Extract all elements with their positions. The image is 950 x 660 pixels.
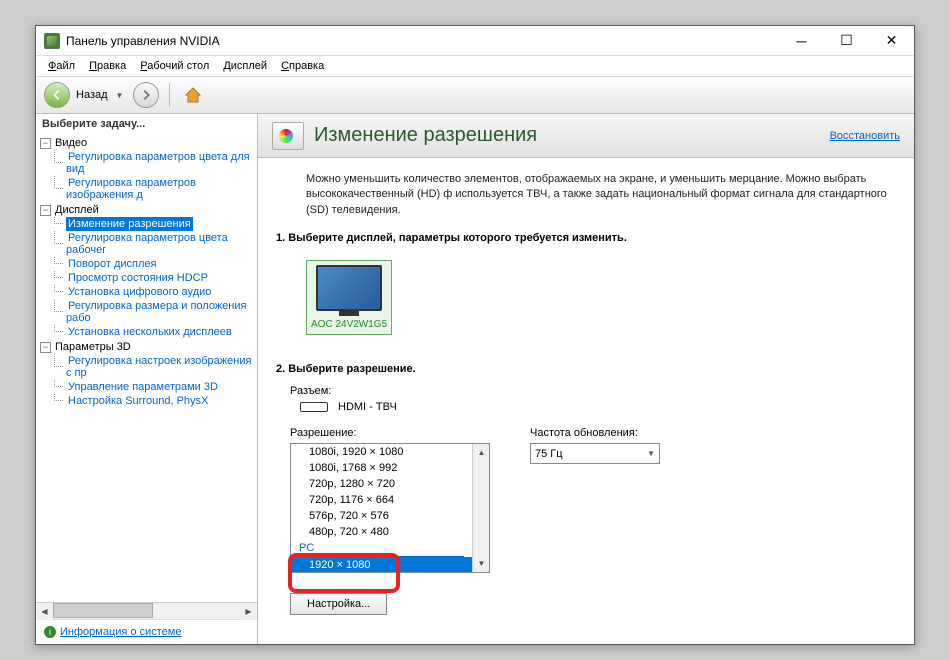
- nav-forward-button[interactable]: [133, 82, 159, 108]
- resolution-item[interactable]: 1080i, 1920 × 1080: [291, 444, 472, 460]
- menu-desktop[interactable]: Рабочий стол: [134, 58, 215, 74]
- app-window: Панель управления NVIDIA ─ ☐ ✕ Файл Прав…: [35, 25, 915, 645]
- resolution-item[interactable]: 720p, 1176 × 664: [291, 492, 472, 508]
- body: Выберите задачу... −ВидеоРегулировка пар…: [36, 114, 914, 644]
- monitor-label: AOC 24V2W1G5: [311, 319, 387, 330]
- content-header: Изменение разрешения Восстановить: [258, 114, 914, 158]
- monitor-tile[interactable]: AOC 24V2W1G5: [306, 260, 392, 335]
- home-button[interactable]: [180, 82, 206, 108]
- refresh-rate-select[interactable]: 75 Гц ▼: [530, 443, 660, 464]
- monitor-icon: [316, 265, 382, 311]
- menubar: Файл Правка Рабочий стол Дисплей Справка: [36, 56, 914, 76]
- collapse-icon[interactable]: −: [40, 342, 51, 353]
- tree-item[interactable]: Установка цифрового аудио: [54, 285, 257, 299]
- toolbar-separator: [169, 83, 170, 107]
- info-icon: i: [44, 626, 56, 638]
- nav-back-dropdown[interactable]: ▼: [116, 91, 124, 100]
- tree-item[interactable]: Просмотр состояния HDCP: [54, 271, 257, 285]
- task-label: Выберите задачу...: [36, 114, 257, 134]
- tree-item[interactable]: Регулировка размера и положения рабо: [54, 299, 257, 325]
- connector-label: Разъем:: [290, 385, 896, 397]
- menu-display[interactable]: Дисплей: [217, 58, 273, 74]
- resolution-item[interactable]: 720p, 1280 × 720: [291, 476, 472, 492]
- settings-button[interactable]: Настройка...: [290, 593, 387, 615]
- connector-value: HDMI - ТВЧ: [338, 401, 397, 413]
- tree-item[interactable]: Регулировка параметров цвета для вид: [54, 150, 257, 176]
- step1-title: 1. Выберите дисплей, параметры которого …: [276, 232, 896, 244]
- sidebar-hscroll[interactable]: ◀ ▶: [36, 602, 257, 619]
- system-info-link[interactable]: iИнформация о системе: [36, 619, 257, 644]
- window-controls: ─ ☐ ✕: [779, 26, 914, 55]
- scroll-thumb[interactable]: [53, 603, 153, 618]
- resolution-label: Разрешение:: [290, 427, 490, 439]
- scroll-left-icon[interactable]: ◀: [36, 603, 53, 620]
- description-text: Можно уменьшить количество элементов, от…: [306, 172, 896, 218]
- connector-row: HDMI - ТВЧ: [300, 401, 896, 413]
- nav-back-label: Назад: [76, 89, 108, 101]
- maximize-button[interactable]: ☐: [824, 26, 869, 55]
- minimize-button[interactable]: ─: [779, 26, 824, 55]
- tree-group[interactable]: −Дисплей: [40, 203, 257, 217]
- close-button[interactable]: ✕: [869, 26, 914, 55]
- nav-back-button[interactable]: [44, 82, 70, 108]
- task-tree[interactable]: −ВидеоРегулировка параметров цвета для в…: [36, 134, 257, 602]
- tree-item[interactable]: Регулировка настроек изображения с пр: [54, 354, 257, 380]
- scroll-down-icon[interactable]: ▼: [473, 555, 490, 572]
- toolbar: Назад ▼: [36, 76, 914, 114]
- content: Изменение разрешения Восстановить Можно …: [258, 114, 914, 644]
- nvidia-icon: [44, 33, 60, 49]
- menu-file[interactable]: Файл: [42, 58, 81, 74]
- titlebar: Панель управления NVIDIA ─ ☐ ✕: [36, 26, 914, 56]
- content-body: Можно уменьшить количество элементов, от…: [258, 158, 914, 644]
- resolution-icon: [272, 122, 304, 150]
- tree-item[interactable]: Управление параметрами 3D: [54, 380, 257, 394]
- page-title: Изменение разрешения: [314, 124, 830, 147]
- step2-title: 2. Выберите разрешение.: [276, 363, 896, 375]
- collapse-icon[interactable]: −: [40, 138, 51, 149]
- scroll-right-icon[interactable]: ▶: [240, 603, 257, 620]
- tree-group[interactable]: −Параметры 3D: [40, 340, 257, 354]
- collapse-icon[interactable]: −: [40, 205, 51, 216]
- resolution-category: PC: [291, 540, 472, 556]
- tree-item[interactable]: Регулировка параметров цвета рабочег: [54, 231, 257, 257]
- resolution-item[interactable]: 576p, 720 × 576: [291, 508, 472, 524]
- tree-group[interactable]: −Видео: [40, 136, 257, 150]
- tree-item[interactable]: Изменение разрешения: [54, 217, 257, 231]
- window-title: Панель управления NVIDIA: [66, 34, 779, 48]
- scroll-up-icon[interactable]: ▲: [473, 444, 490, 461]
- resolution-item[interactable]: 1080i, 1768 × 992: [291, 460, 472, 476]
- menu-edit[interactable]: Правка: [83, 58, 132, 74]
- tree-item[interactable]: Регулировка параметров изображения д: [54, 176, 257, 202]
- resolution-item[interactable]: 480p, 720 × 480: [291, 524, 472, 540]
- chevron-down-icon: ▼: [647, 449, 655, 458]
- restore-link[interactable]: Восстановить: [830, 130, 900, 142]
- resolution-listbox[interactable]: 1080i, 1920 × 10801080i, 1768 × 992720p,…: [290, 443, 490, 573]
- listbox-scrollbar[interactable]: ▲ ▼: [472, 444, 489, 572]
- menu-help[interactable]: Справка: [275, 58, 330, 74]
- tree-item[interactable]: Настройка Surround, PhysX: [54, 394, 257, 408]
- sidebar: Выберите задачу... −ВидеоРегулировка пар…: [36, 114, 258, 644]
- refresh-rate-label: Частота обновления:: [530, 427, 660, 439]
- refresh-rate-value: 75 Гц: [535, 448, 563, 460]
- hdmi-icon: [300, 402, 328, 412]
- tree-item[interactable]: Установка нескольких дисплеев: [54, 325, 257, 339]
- resolution-item-selected[interactable]: 1920 × 1080: [291, 557, 472, 573]
- tree-item[interactable]: Поворот дисплея: [54, 257, 257, 271]
